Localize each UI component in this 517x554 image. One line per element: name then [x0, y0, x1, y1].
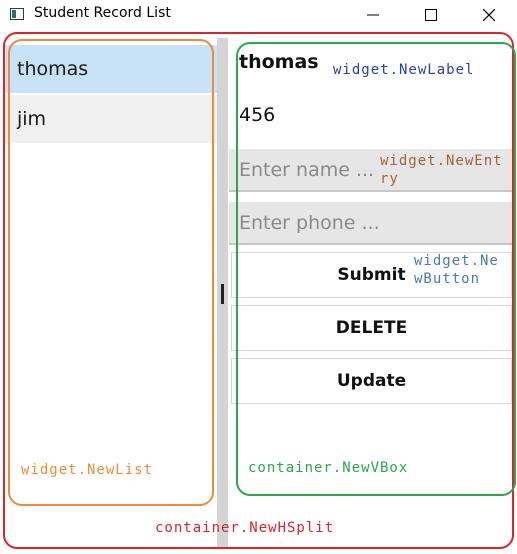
maximize-button[interactable]: [408, 0, 454, 30]
list-item-jim[interactable]: jim: [5, 95, 217, 143]
title-bar[interactable]: Student Record List: [0, 0, 517, 30]
split-divider[interactable]: [217, 38, 228, 548]
student-list[interactable]: thomas jim: [5, 35, 217, 547]
close-icon: [483, 9, 495, 21]
split-handle-icon[interactable]: [221, 284, 224, 304]
window-title: Student Record List: [34, 5, 171, 21]
minimize-icon: [367, 14, 379, 16]
hsplit-container: thomas jim thomas 456 Submit DELETE Upda…: [0, 30, 517, 554]
close-button[interactable]: [466, 0, 512, 30]
submit-button[interactable]: Submit: [231, 252, 512, 298]
name-label: thomas: [239, 51, 319, 73]
app-window-icon: [10, 8, 24, 20]
delete-button[interactable]: DELETE: [231, 305, 512, 351]
phone-entry[interactable]: [229, 202, 512, 245]
maximize-icon: [425, 9, 437, 21]
minimize-button[interactable]: [350, 0, 396, 30]
list-item-thomas[interactable]: thomas: [5, 45, 217, 93]
vbox-form: thomas 456 Submit DELETE Update: [228, 38, 512, 548]
phone-label: 456: [239, 104, 276, 126]
name-entry[interactable]: [229, 149, 512, 192]
update-button[interactable]: Update: [231, 358, 512, 404]
app-window: Student Record List thomas jim thomas 45…: [0, 0, 517, 554]
